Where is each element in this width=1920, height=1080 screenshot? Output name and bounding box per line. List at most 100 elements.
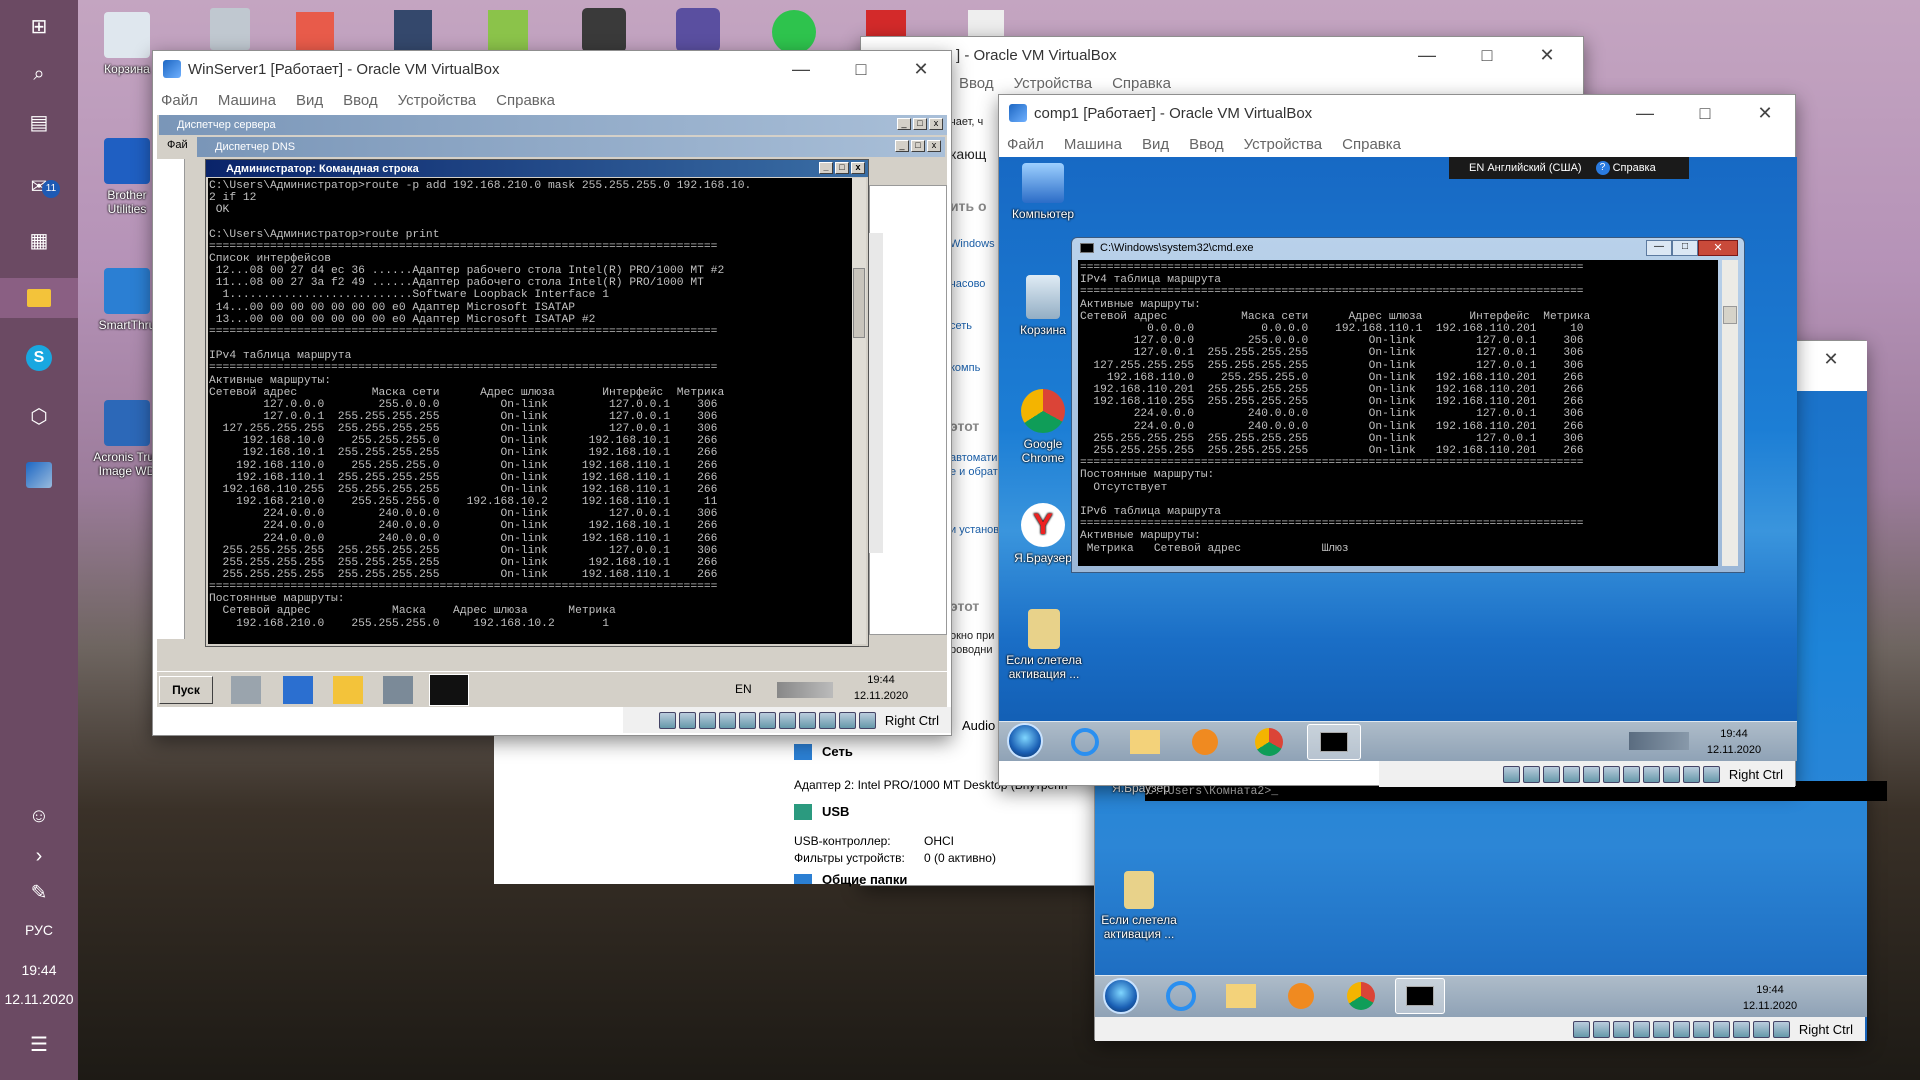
audio-icon[interactable] (1612, 1020, 1630, 1038)
menu-help[interactable]: Справка (496, 92, 555, 109)
explorer-icon[interactable] (1125, 726, 1165, 758)
optical-icon[interactable] (1522, 765, 1540, 783)
cmd-output[interactable]: ========================================… (1078, 260, 1718, 566)
snippet[interactable]: часово (950, 278, 985, 291)
audio-icon[interactable] (1542, 765, 1560, 783)
chevron-right-icon[interactable]: › (0, 836, 78, 876)
maximize-icon[interactable]: □ (1457, 37, 1517, 73)
server-manager-icon[interactable] (231, 676, 261, 704)
chrome-icon[interactable] (1249, 726, 1289, 758)
book-icon[interactable] (394, 10, 432, 52)
snippet[interactable]: компь (950, 362, 980, 375)
lang-indicator[interactable]: EN (735, 682, 752, 696)
keyboard-icon[interactable] (858, 711, 876, 729)
close-icon[interactable]: x (927, 140, 941, 152)
maximize-icon[interactable]: □ (1672, 240, 1698, 256)
snippet[interactable]: е и обрат (950, 466, 998, 479)
settings-app-icon[interactable] (676, 8, 720, 52)
scroll-thumb[interactable] (1723, 306, 1737, 324)
tree-pane[interactable] (157, 159, 185, 639)
scrollbar[interactable] (869, 233, 883, 553)
menu-vvod[interactable]: Ввод (959, 75, 994, 92)
display-icon[interactable] (1692, 1020, 1710, 1038)
calendar-icon[interactable]: ▦ (0, 220, 78, 260)
sublime-icon[interactable] (582, 8, 626, 52)
display-icon[interactable] (778, 711, 796, 729)
maximize-icon[interactable]: □ (913, 118, 927, 130)
ie-icon[interactable] (1065, 726, 1105, 758)
explorer-icon[interactable] (1221, 980, 1261, 1012)
cmd-output[interactable]: C:\Users\Администратор>route -p add 192.… (208, 178, 852, 644)
close-icon[interactable]: ✕ (1735, 95, 1795, 131)
menu-file[interactable]: Файл (1007, 136, 1044, 153)
maximize-icon[interactable]: □ (831, 51, 891, 87)
menu-view[interactable]: Вид (1142, 136, 1169, 153)
chrome-icon[interactable] (1341, 980, 1381, 1012)
close-icon[interactable]: ✕ (1517, 37, 1577, 73)
shared-folder-icon[interactable] (1672, 1020, 1690, 1038)
network-icon[interactable] (1562, 765, 1580, 783)
task-view-icon[interactable]: ▤ (0, 102, 78, 142)
start-orb[interactable] (1005, 723, 1045, 759)
snippet[interactable]: Windows (950, 238, 995, 251)
ie-icon[interactable] (1161, 980, 1201, 1012)
mail-icon[interactable]: ✉ 11 (0, 166, 78, 206)
shared-folder-icon[interactable] (1602, 765, 1620, 783)
menu-devices[interactable]: Устройства (1244, 136, 1322, 153)
recording-icon[interactable] (1642, 765, 1660, 783)
cpu-icon[interactable] (818, 711, 836, 729)
tray-icons[interactable] (777, 682, 833, 698)
keyboard-icon[interactable] (1772, 1020, 1790, 1038)
minimize-icon[interactable]: — (1615, 95, 1675, 131)
menu-help[interactable]: Справка (1342, 136, 1401, 153)
recording-icon[interactable] (798, 711, 816, 729)
mouse-icon[interactable] (838, 711, 856, 729)
menu-view[interactable]: Вид (296, 92, 323, 109)
menu-help[interactable]: Справка (1112, 75, 1171, 92)
cmd-window-comp1[interactable]: C:\Windows\system32\cmd.exe — □ ✕ ======… (1071, 237, 1745, 573)
cmd-taskbar-icon[interactable] (1395, 978, 1445, 1014)
snippet[interactable]: автомати (950, 452, 997, 465)
minimize-icon[interactable]: — (1646, 240, 1672, 256)
menu-file[interactable]: Файл (161, 92, 198, 109)
skype-icon[interactable]: S (0, 338, 78, 378)
start-icon[interactable]: ⊞ (0, 6, 78, 46)
pen-icon[interactable]: ✎ (0, 872, 78, 912)
snippet[interactable]: сеть (950, 320, 972, 333)
guest-screen-comp1[interactable]: EN Английский (США)? Справка Компьютер Ко… (999, 157, 1797, 761)
network-icon[interactable] (1632, 1020, 1650, 1038)
shared-folder-icon[interactable] (758, 711, 776, 729)
close-icon[interactable]: ✕ (1698, 240, 1738, 256)
cmd-scrollbar[interactable] (852, 178, 866, 644)
minimize-icon[interactable]: _ (819, 162, 833, 174)
search-icon[interactable]: ⌕ (0, 54, 78, 94)
start-orb[interactable] (1101, 978, 1141, 1014)
maximize-icon[interactable]: □ (911, 140, 925, 152)
close-icon[interactable]: x (851, 162, 865, 174)
hdd-icon[interactable] (658, 711, 676, 729)
whatsapp-icon[interactable] (772, 10, 816, 54)
cmd-window-server[interactable]: Администратор: Командная строка _ □ x C:\U… (205, 159, 869, 647)
app-icon[interactable] (488, 10, 528, 50)
menu-input[interactable]: Ввод (1189, 136, 1224, 153)
optical-icon[interactable] (678, 711, 696, 729)
network-icon[interactable] (718, 711, 736, 729)
close-icon[interactable]: x (929, 118, 943, 130)
explorer-icon[interactable] (0, 278, 78, 318)
mouse-icon[interactable] (1752, 1020, 1770, 1038)
recording-icon[interactable] (1712, 1020, 1730, 1038)
maximize-icon[interactable]: □ (835, 162, 849, 174)
cmd-scrollbar[interactable] (1722, 260, 1738, 566)
optical-icon[interactable] (1592, 1020, 1610, 1038)
network-tool-icon[interactable] (383, 676, 413, 704)
pdf-icon[interactable] (296, 12, 334, 52)
hdd-icon[interactable] (1572, 1020, 1590, 1038)
vbox-comp1-window[interactable]: comp1 [Работает] - Oracle VM VirtualBox … (998, 94, 1797, 787)
snippet[interactable]: и установ (950, 524, 999, 537)
minimize-icon[interactable]: — (771, 51, 831, 87)
cmd-taskbar-icon[interactable] (429, 674, 469, 706)
cpu-icon[interactable] (1662, 765, 1680, 783)
close-icon[interactable]: ✕ (1801, 341, 1861, 377)
usb-icon[interactable] (738, 711, 756, 729)
notifications-icon[interactable]: ☰ (0, 1024, 78, 1064)
